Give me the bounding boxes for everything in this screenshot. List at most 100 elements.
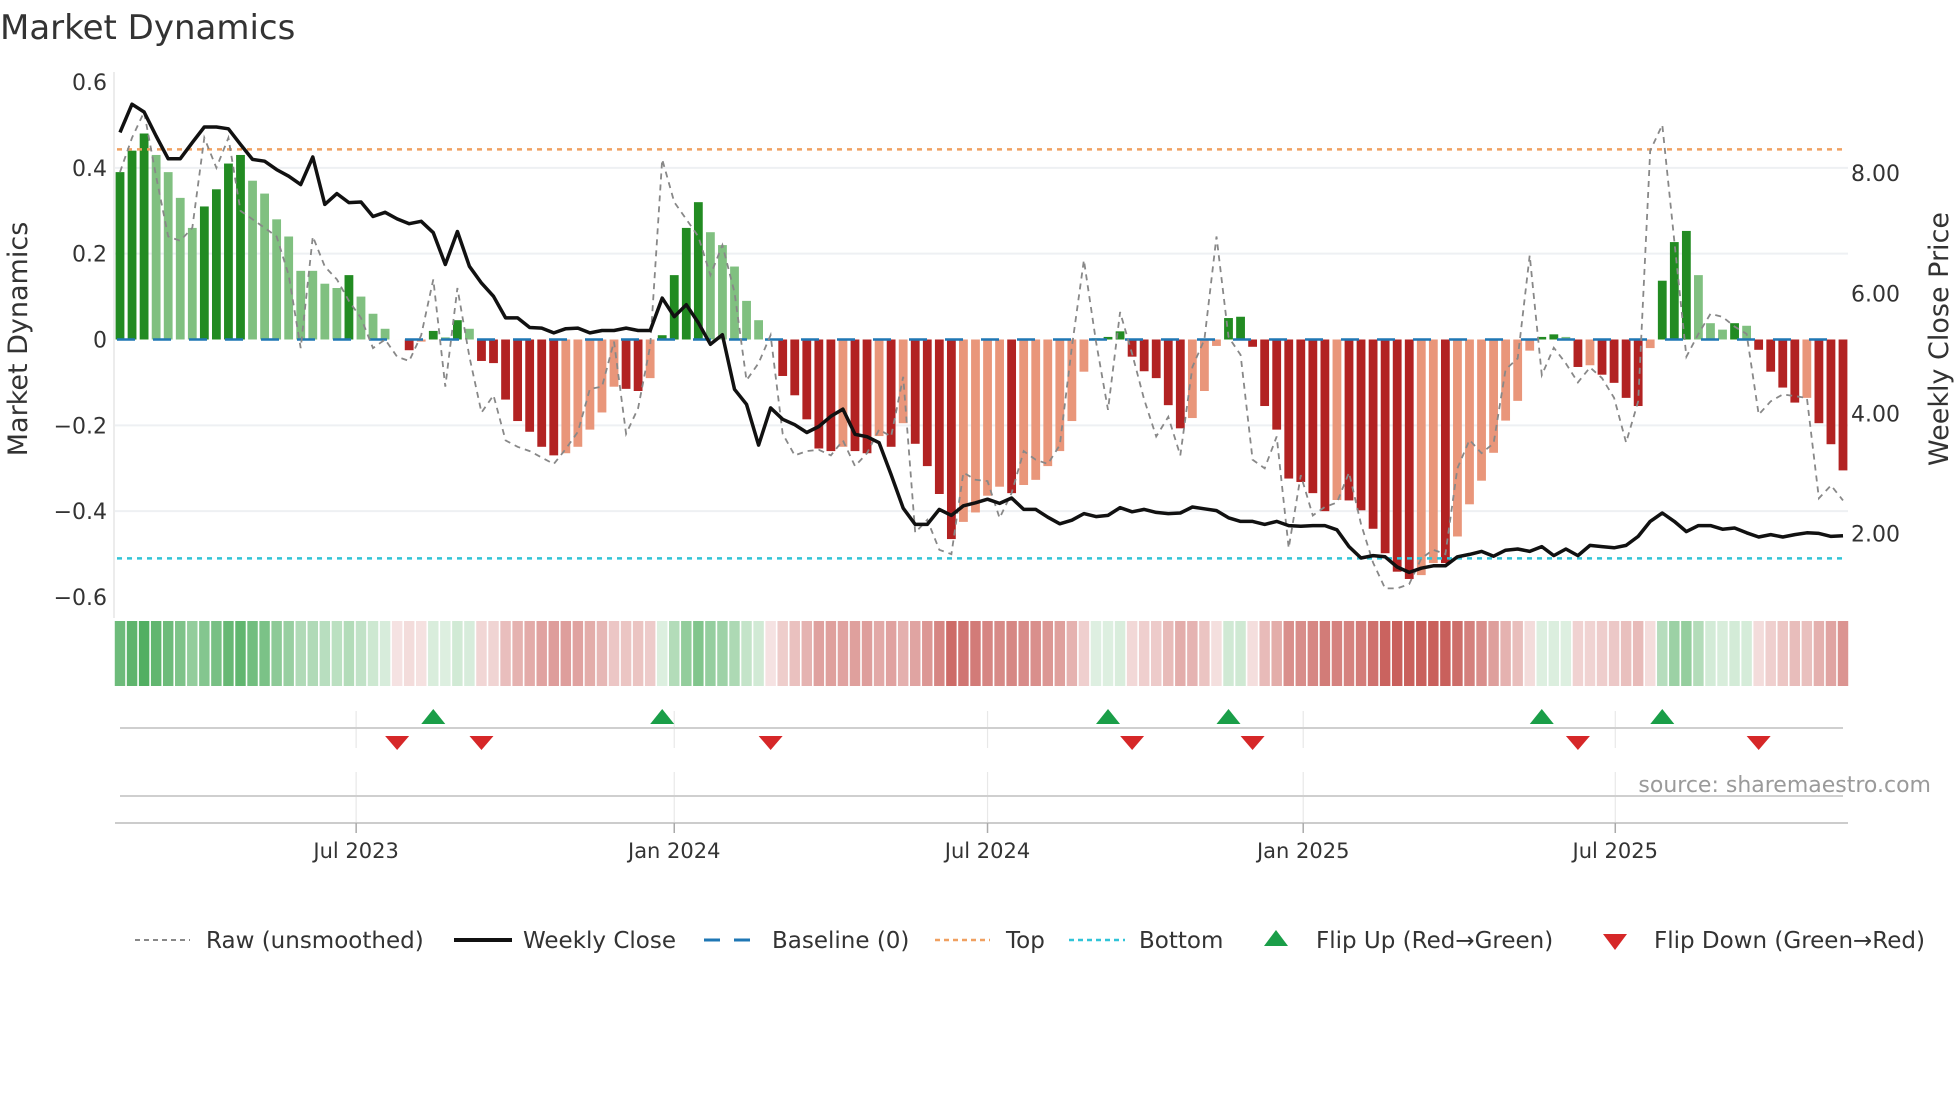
market-dynamics-chart: Market Dynamics 0.6 0.4 0.2 0 −0.2 −0.4 −0.6 8…	[0, 8, 1955, 954]
strip-cell	[1464, 621, 1475, 686]
legend-item-raw[interactable]: Raw (unsmoothed)	[135, 928, 424, 954]
dynamics-bar	[995, 339, 1004, 487]
strip-cell	[126, 621, 138, 686]
dynamics-bar	[1489, 339, 1498, 453]
strip-cell	[187, 621, 198, 686]
strip-cell	[476, 621, 487, 686]
strip-cell	[1428, 621, 1439, 686]
legend-item-baseline[interactable]: Baseline (0)	[704, 928, 909, 954]
strip-cell	[849, 621, 861, 686]
strip-cell	[1536, 621, 1548, 686]
legend-item-top[interactable]: Top	[935, 928, 1045, 954]
series-lines	[118, 102, 1844, 590]
strip-cell	[1765, 621, 1776, 686]
dynamics-bar	[1597, 339, 1607, 375]
dynamics-bar	[1043, 339, 1053, 467]
dynamics-bar	[1718, 329, 1727, 340]
dynamics-bar	[1392, 339, 1402, 572]
dynamics-bar	[260, 193, 269, 340]
strip-cell	[1223, 621, 1234, 686]
dynamics-bar	[1272, 339, 1282, 430]
dynamics-bar	[151, 154, 161, 340]
strip-cell	[1367, 621, 1379, 686]
strip-cell	[1440, 621, 1451, 686]
legend-top-label: Top	[1005, 928, 1045, 954]
dynamics-bar	[778, 339, 788, 376]
strip-cell	[1199, 621, 1210, 686]
strip-cell	[415, 621, 427, 686]
strip-cell	[1090, 621, 1102, 686]
strip-cell	[1657, 621, 1668, 686]
dynamics-bar	[971, 339, 980, 513]
left-axis-label: Market Dynamics	[3, 222, 34, 457]
dynamics-bar	[983, 339, 992, 496]
dynamics-bar	[754, 320, 763, 340]
dynamics-bar	[1055, 339, 1065, 452]
strip-cell	[922, 621, 933, 686]
strip-cell	[813, 621, 825, 686]
strip-cell	[1187, 621, 1198, 686]
legend-raw-label: Raw (unsmoothed)	[206, 928, 424, 954]
strip-cell	[1572, 621, 1584, 686]
dynamics-bar	[1416, 339, 1426, 576]
strip-cell	[934, 621, 945, 686]
x-tick-label: Jan 2025	[1255, 839, 1350, 863]
legend-baseline-label: Baseline (0)	[772, 928, 909, 954]
strip-cell	[1548, 621, 1560, 686]
strip-cell	[741, 621, 752, 686]
strip-cell	[1608, 621, 1620, 686]
y-tick-label: 0.4	[72, 157, 107, 182]
strip-cell	[307, 621, 319, 686]
strip-cell	[1379, 621, 1391, 686]
dynamics-bar	[1236, 316, 1245, 340]
dynamics-bar	[187, 227, 197, 340]
strip-cell	[512, 621, 523, 686]
strip-cell	[1175, 621, 1186, 686]
dynamics-bar	[718, 245, 727, 340]
dynamics-bar	[236, 154, 245, 340]
strip-cell	[1319, 621, 1331, 686]
dynamics-bar	[1657, 280, 1667, 340]
strip-cell	[861, 621, 873, 686]
dynamics-bar	[934, 339, 944, 494]
strip-cell	[1126, 621, 1138, 686]
chart-title: Market Dynamics	[0, 8, 295, 48]
dynamics-bar	[1296, 339, 1306, 482]
legend-item-flip-up[interactable]: Flip Up (Red→Green)	[1264, 928, 1553, 954]
dynamics-bar	[465, 328, 474, 340]
dynamics-bar	[549, 339, 559, 456]
strip-cell	[403, 621, 415, 686]
strip-cell	[1500, 621, 1511, 686]
strip-cell	[235, 621, 246, 686]
strip-cell	[162, 621, 174, 686]
dynamics-bar	[910, 339, 920, 444]
flip-up-marker	[1096, 709, 1121, 724]
flip-down-marker	[1120, 736, 1145, 750]
strip-cell	[1560, 621, 1572, 686]
strip-cell	[1801, 621, 1813, 686]
strip-cell	[367, 621, 379, 686]
dynamics-bar	[320, 283, 330, 340]
dynamics-bar	[633, 339, 643, 391]
x-tick-label: Jul 2023	[311, 839, 398, 863]
legend-item-flip-down[interactable]: Flip Down (Green→Red)	[1603, 928, 1925, 954]
dynamics-bar	[886, 339, 896, 447]
strip-cell	[355, 621, 367, 686]
legend-item-close[interactable]: Weekly Close	[454, 928, 676, 954]
strip-cell	[1295, 621, 1307, 686]
legend-item-bottom[interactable]: Bottom	[1069, 928, 1223, 954]
strip-cell	[777, 621, 788, 686]
strip-cell	[1632, 621, 1644, 686]
dynamics-bar	[826, 339, 836, 452]
dynamics-bar	[1465, 339, 1474, 505]
dynamics-bar	[1260, 339, 1270, 407]
strip-cell	[789, 621, 800, 686]
dynamics-bar	[1428, 339, 1438, 564]
strip-cell	[114, 621, 126, 686]
strip-cell	[500, 621, 511, 686]
strip-cell	[1620, 621, 1632, 686]
strip-cell	[1741, 621, 1752, 686]
strip-cell	[994, 621, 1005, 686]
strip-cell	[488, 621, 499, 686]
dynamics-bar	[1139, 339, 1149, 372]
